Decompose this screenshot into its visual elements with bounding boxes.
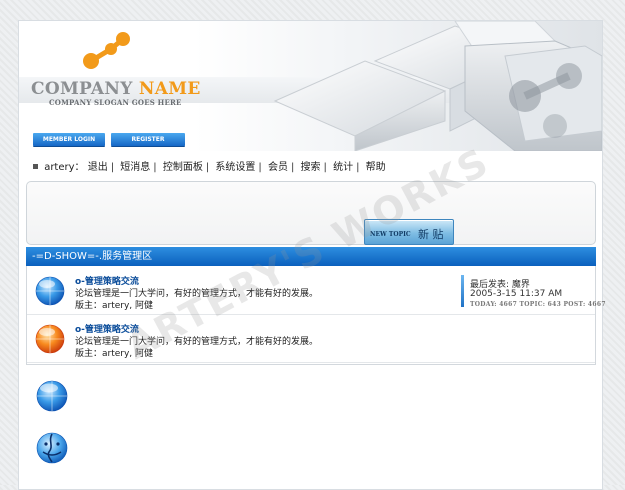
announcement-panel [26,181,596,245]
forum-moderators: 版主：artery, 阿健 [75,349,154,359]
site-header: COMPANY NAME COMPANY SLOGAN GOES HERE ME… [19,21,602,151]
company-logo-icon [83,32,130,69]
nav-colon: ： [74,162,85,173]
nav-item-logout[interactable]: 退出 [88,162,108,173]
company-name-first: COMPANY [31,79,133,99]
company-slogan: COMPANY SLOGAN GOES HERE [49,98,182,107]
blue-orb-icon [35,276,65,306]
new-topic-label-cn: 新 贴 [418,228,444,241]
nav-item-members[interactable]: 会员 [268,162,288,173]
category-title[interactable]: -=D-SHOW=-.服务管理区 [26,247,596,266]
cubes-banner-image [273,21,602,151]
nav-item-messages[interactable]: 短消息 [120,162,150,173]
nav-item-system-settings[interactable]: 系统设置 [215,162,255,173]
user-nav-bar: artery： 退出 | 短消息 | 控制面板 | 系统设置 | 会员 | 搜索 | 统计 |… [33,158,386,173]
forum-row: o-管理策略交流 论坛管理是一门大学问，有好的管理方式，才能有好的发展。 版主：… [27,316,595,363]
last-post-date: 2005-3-15 11:37 AM [470,289,563,299]
finder-face-icon [36,432,68,464]
nav-item-search[interactable]: 搜索 [301,162,321,173]
page-frame: COMPANY NAME COMPANY SLOGAN GOES HERE ME… [18,20,606,490]
nav-item-control-panel[interactable]: 控制面板 [163,162,203,173]
member-login-button[interactable]: MEMBER LOGIN [33,133,105,146]
company-name-second: NAME [138,79,201,99]
forum-category-section: -=D-SHOW=-.服务管理区 o-管理策略交流 论坛管理是一门大学问，有好的… [26,247,606,365]
new-topic-button[interactable]: NEW TOPIC 新 贴 [364,219,454,245]
company-name: COMPANY NAME [31,79,201,99]
forum-moderators: 版主：artery, 阿健 [75,301,154,311]
nav-bullet-icon [33,164,38,169]
last-post-marker [461,275,464,307]
blue-orb-icon [36,380,68,412]
nav-username-link[interactable]: artery [44,162,74,173]
forum-stats: TODAY: 4667 TOPIC: 643 POST: 4667 [470,301,606,308]
nav-item-stats[interactable]: 统计 [333,162,353,173]
nav-item-help[interactable]: 帮助 [366,162,386,173]
orange-orb-icon [35,324,65,354]
register-button[interactable]: REGISTER [111,133,185,146]
forum-row: o-管理策略交流 论坛管理是一门大学问，有好的管理方式，才能有好的发展。 版主：… [27,268,606,315]
new-topic-label-en: NEW TOPIC [370,231,411,238]
